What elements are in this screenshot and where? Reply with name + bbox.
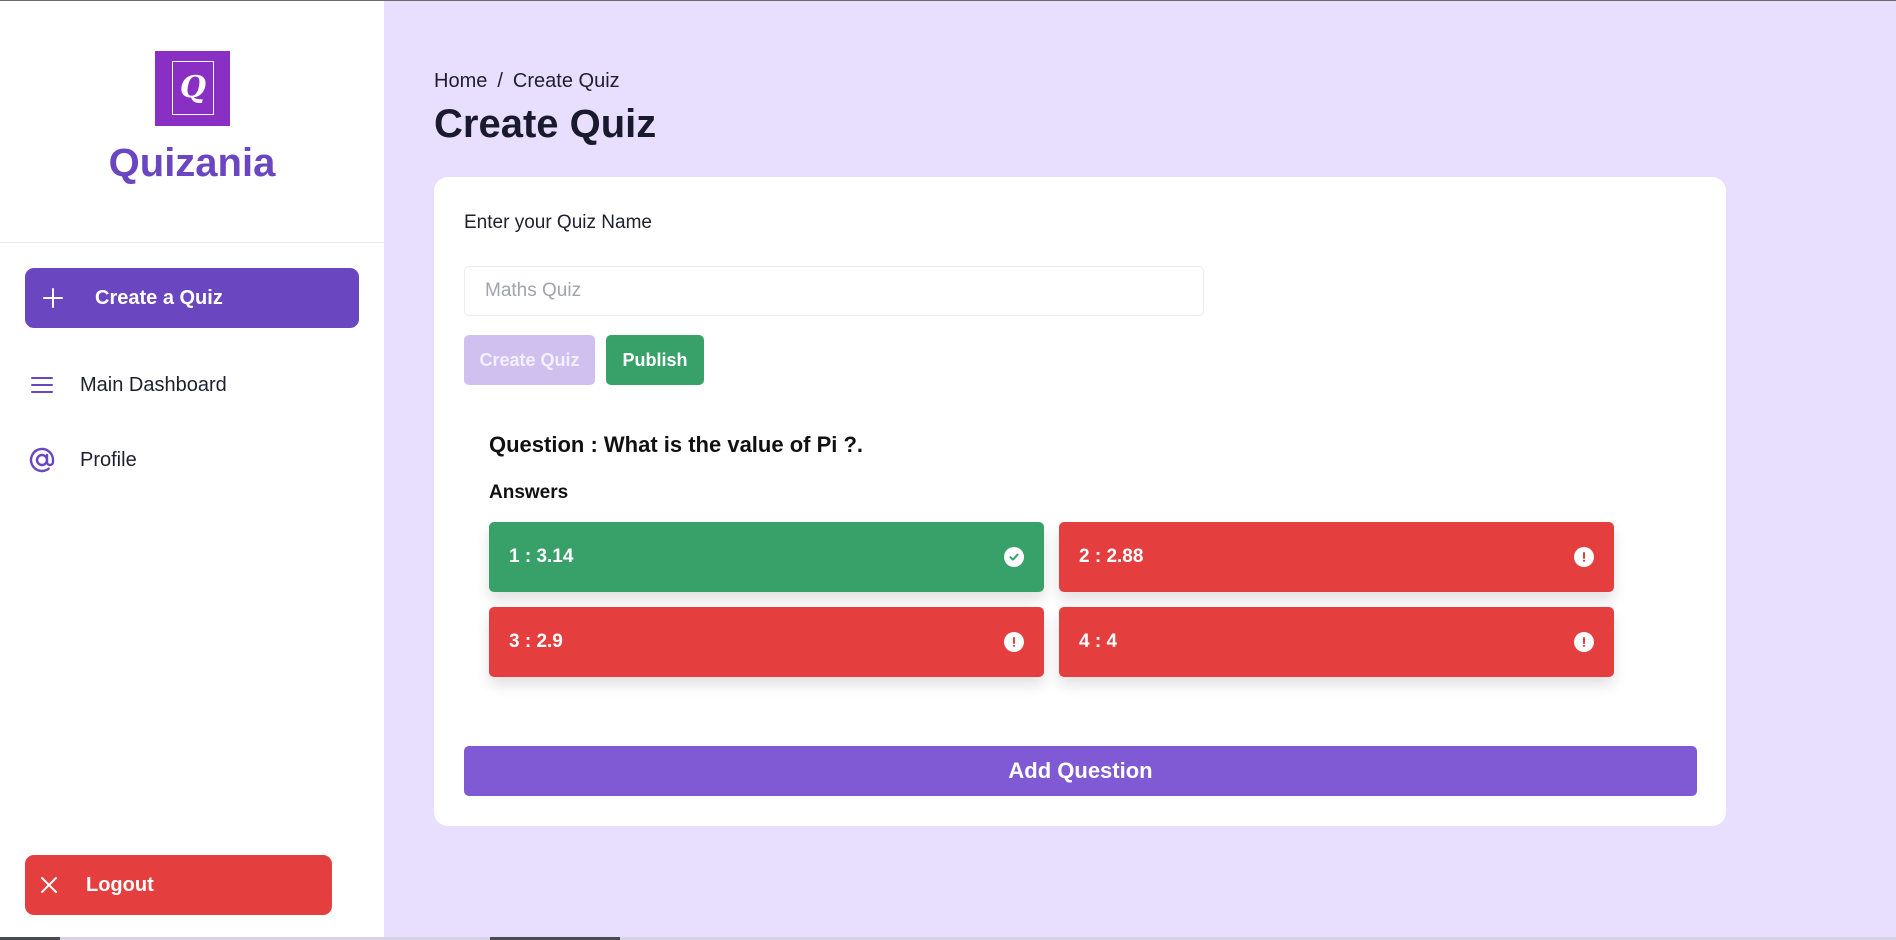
answer-option-3[interactable]: 3 : 2.9 [489, 607, 1044, 677]
exclamation-circle-icon [1574, 632, 1594, 652]
answer-option-1[interactable]: 1 : 3.14 [489, 522, 1044, 592]
sidebar-item-label: Profile [80, 448, 137, 471]
create-quiz-nav-button[interactable]: Create a Quiz [25, 268, 359, 328]
logo-letter: Q [172, 61, 214, 115]
question-text: Question : What is the value of Pi ?. [489, 432, 864, 457]
logout-button[interactable]: Logout [25, 855, 332, 915]
breadcrumb-separator: / [497, 70, 503, 92]
breadcrumb-home[interactable]: Home [434, 70, 487, 92]
page-title: Create Quiz [434, 102, 657, 146]
exclamation-circle-icon [1004, 632, 1024, 652]
logout-label: Logout [86, 873, 154, 896]
check-circle-icon [1004, 547, 1024, 567]
create-quiz-button[interactable]: Create Quiz [464, 335, 595, 385]
breadcrumb: Home / Create Quiz [434, 70, 620, 93]
create-quiz-nav-label: Create a Quiz [95, 286, 223, 309]
answer-label: 4 : 4 [1079, 631, 1118, 652]
publish-button[interactable]: Publish [606, 335, 704, 385]
logo: Q [155, 51, 230, 126]
quiz-name-label: Enter your Quiz Name [464, 212, 652, 233]
answer-label: 1 : 3.14 [509, 546, 574, 567]
answer-label: 3 : 2.9 [509, 631, 563, 652]
at-sign-icon [25, 446, 59, 474]
quiz-name-input[interactable] [464, 266, 1204, 316]
sidebar-divider [0, 242, 384, 243]
sidebar-item-label: Main Dashboard [80, 373, 227, 396]
answer-option-4[interactable]: 4 : 4 [1059, 607, 1614, 677]
answers-label: Answers [489, 482, 569, 503]
menu-icon [25, 375, 59, 395]
exclamation-circle-icon [1574, 547, 1594, 567]
plus-icon [39, 282, 67, 314]
brand-name: Quizania [108, 141, 276, 185]
sidebar-item-profile[interactable]: Profile [25, 435, 359, 485]
sidebar: Q Quizania Create a Quiz Main Dashboard … [0, 1, 384, 940]
quiz-card: Enter your Quiz Name Create Quiz Publish… [434, 177, 1726, 826]
close-icon [35, 876, 63, 894]
sidebar-item-main-dashboard[interactable]: Main Dashboard [25, 360, 359, 410]
add-question-button[interactable]: Add Question [464, 746, 1697, 796]
answer-label: 2 : 2.88 [1079, 546, 1144, 567]
breadcrumb-current: Create Quiz [512, 70, 620, 92]
answer-option-2[interactable]: 2 : 2.88 [1059, 522, 1614, 592]
